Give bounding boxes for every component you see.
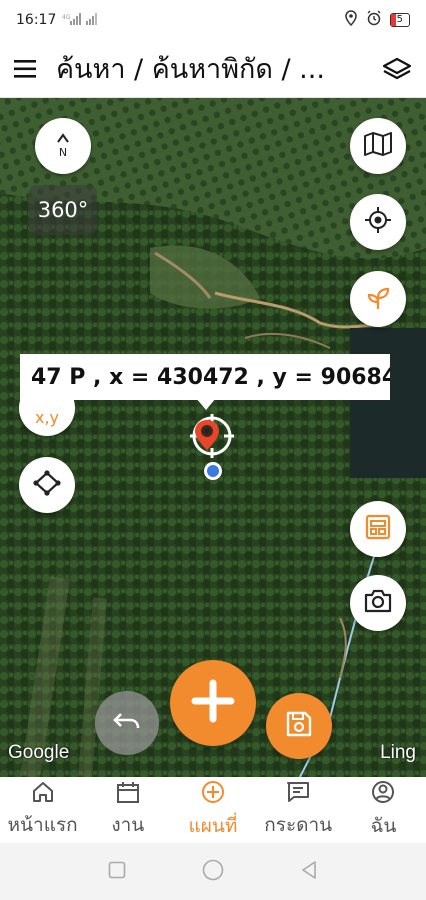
add-button[interactable]	[170, 660, 256, 746]
nav-label-map: แผนที่	[188, 814, 238, 837]
map-icon	[363, 131, 393, 161]
rotation-degree: 360°	[29, 185, 97, 235]
nav-label-board: กระดาน	[264, 813, 333, 836]
coordinate-popup-pointer	[196, 398, 216, 410]
crosshair-icon	[364, 206, 392, 238]
home-icon	[31, 781, 55, 810]
map-type-button[interactable]	[350, 118, 406, 174]
plus-icon	[190, 678, 236, 728]
compass-button[interactable]: N	[35, 118, 91, 174]
map-view[interactable]: N 360° x,y 47 P , x = 430472 , y = 90684…	[0, 98, 426, 777]
undo-icon	[112, 709, 142, 737]
current-location-dot	[204, 462, 222, 480]
form-icon	[364, 513, 392, 545]
location-status-icon	[344, 10, 358, 30]
compass-label: N	[58, 146, 68, 159]
page-title: ค้นหา / ค้นหาพิกัด / ...	[56, 54, 325, 85]
nav-item-board[interactable]: กระดาน	[256, 777, 341, 843]
map-corner-label: Ling	[380, 742, 416, 763]
coordinate-popup: 47 P , x = 430472 , y = 906843	[20, 354, 390, 400]
coordinate-text: 47 P , x = 430472 , y = 906843	[31, 364, 390, 390]
save-form-button[interactable]	[350, 501, 406, 557]
status-bar: 16:17 4G 5	[0, 0, 426, 40]
polygon-button[interactable]	[19, 457, 75, 513]
camera-button[interactable]	[350, 575, 406, 631]
nav-item-map[interactable]: แผนที่	[170, 777, 255, 843]
compass-arrow-icon	[56, 133, 70, 146]
nav-label-home: หน้าแรก	[7, 813, 78, 836]
svg-text:4G: 4G	[62, 14, 71, 21]
layers-icon[interactable]	[382, 56, 412, 82]
recent-apps-icon[interactable]	[108, 861, 126, 883]
camera-icon	[363, 588, 393, 618]
undo-button[interactable]	[95, 691, 159, 755]
home-circle-icon[interactable]	[202, 859, 224, 885]
xy-label: x,y	[34, 408, 60, 427]
app-bar: ค้นหา / ค้นหาพิกัด / ...	[0, 40, 426, 98]
save-icon	[284, 709, 314, 743]
nav-item-work[interactable]: งาน	[85, 777, 170, 843]
google-attribution: Google	[8, 742, 70, 763]
alarm-icon	[366, 10, 382, 30]
menu-icon[interactable]	[14, 59, 38, 79]
user-icon	[371, 780, 395, 811]
signal-icon: 4G	[62, 12, 100, 28]
plant-button[interactable]	[350, 271, 406, 327]
system-navigation-bar	[0, 843, 426, 900]
nav-item-home[interactable]: หน้าแรก	[0, 777, 85, 843]
sprout-icon	[364, 283, 392, 315]
polygon-icon	[32, 468, 62, 502]
board-icon	[286, 781, 310, 810]
plus-circle-icon	[201, 780, 225, 811]
save-button[interactable]	[266, 693, 332, 759]
nav-label-work: งาน	[111, 813, 145, 836]
my-location-button[interactable]	[350, 194, 406, 250]
bottom-navigation: หน้าแรก งาน แผนที่ กระดาน ฉัน	[0, 777, 426, 843]
nav-label-me: ฉัน	[370, 814, 397, 837]
calendar-icon	[116, 781, 140, 810]
nav-item-me[interactable]: ฉัน	[341, 777, 426, 843]
battery-icon: 5	[389, 13, 410, 27]
status-time: 16:17	[16, 12, 57, 28]
back-triangle-icon[interactable]	[300, 860, 318, 884]
